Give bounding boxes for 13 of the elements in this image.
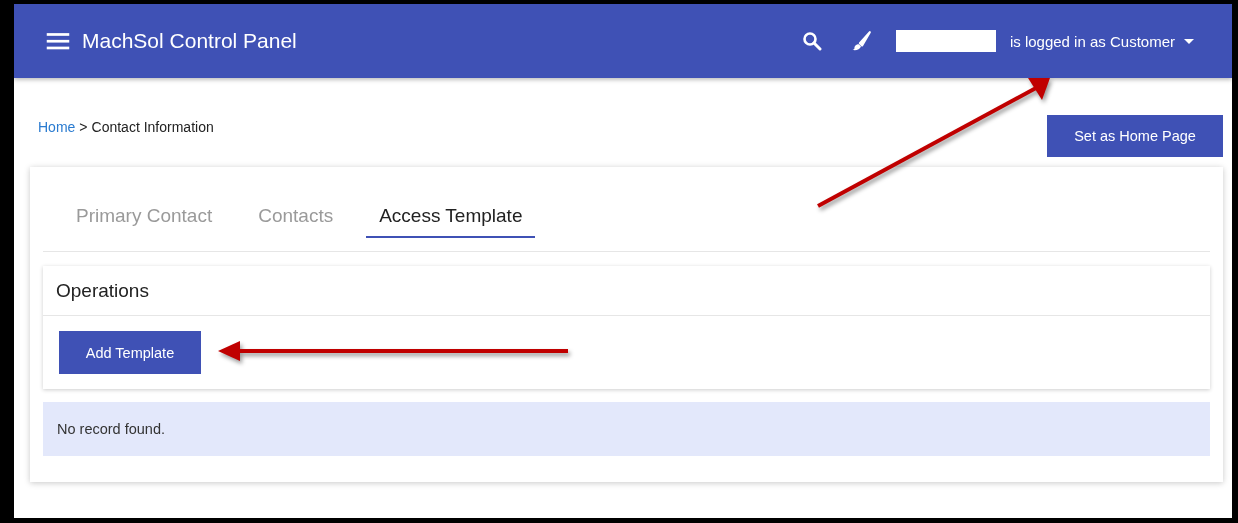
breadcrumb-separator: > (79, 119, 88, 135)
breadcrumb-link[interactable]: Home (38, 119, 76, 135)
app-title: MachSol Control Panel (82, 29, 297, 53)
breadcrumb-current: Contact Information (91, 119, 214, 135)
search-icon[interactable] (801, 31, 822, 51)
caret-icon (1184, 38, 1194, 44)
tab[interactable]: Access Template (366, 203, 536, 238)
empty-message: No record found. (57, 421, 165, 437)
account-menu[interactable]: is logged in as Customer (1009, 32, 1194, 50)
set-home-page-button[interactable]: Set as Home Page (1047, 115, 1223, 157)
panel-title: Operations (56, 279, 149, 302)
add-template-button[interactable]: Add Template (59, 331, 201, 374)
menu-icon[interactable] (46, 32, 70, 50)
